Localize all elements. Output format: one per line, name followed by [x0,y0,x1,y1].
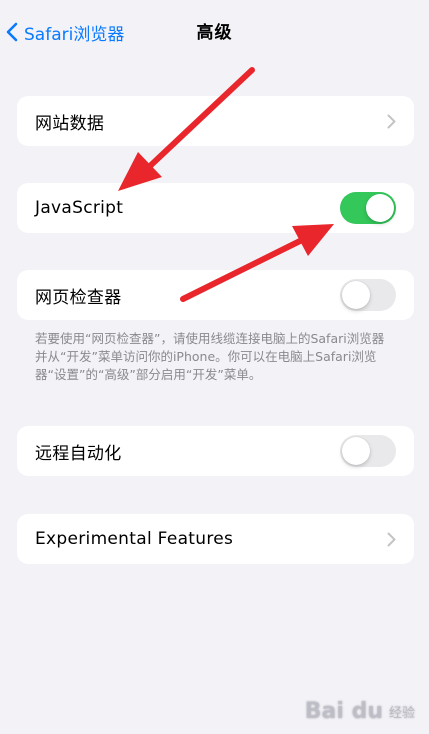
baidu-watermark: Bai du 经验 [305,699,415,724]
chevron-right-icon [387,532,396,547]
web-inspector-toggle[interactable] [340,279,396,311]
javascript-group: JavaScript [17,183,414,233]
javascript-row: JavaScript [17,183,414,233]
web-inspector-row: 网页检查器 [17,270,414,320]
chevron-right-icon [387,114,396,129]
website-data-group: 网站数据 [17,96,414,146]
page-title: 高级 [196,23,233,43]
remote-automation-row: 远程自动化 [17,426,414,476]
website-data-label: 网站数据 [35,113,105,134]
web-inspector-group: 网页检查器 [17,270,414,320]
navigation-bar: Safari浏览器 高级 [0,0,429,62]
toggle-knob [342,281,370,309]
remote-automation-label: 远程自动化 [35,443,122,464]
javascript-label: JavaScript [35,198,124,218]
experimental-features-group: Experimental Features [17,514,414,564]
website-data-row[interactable]: 网站数据 [17,96,414,146]
remote-automation-group: 远程自动化 [17,426,414,476]
toggle-knob [366,194,394,222]
toggle-knob [342,437,370,465]
web-inspector-label: 网页检查器 [35,287,122,308]
experimental-features-row[interactable]: Experimental Features [17,514,414,564]
remote-automation-toggle[interactable] [340,435,396,467]
watermark-logo: Bai du [304,699,383,724]
watermark-subtitle: 经验 [388,706,415,721]
web-inspector-footnote: 若要使用“网页检查器”，请使用线缆连接电脑上的Safari浏览器并从“开发”菜单… [35,331,385,382]
experimental-features-label: Experimental Features [35,529,234,549]
javascript-toggle[interactable] [340,192,396,224]
